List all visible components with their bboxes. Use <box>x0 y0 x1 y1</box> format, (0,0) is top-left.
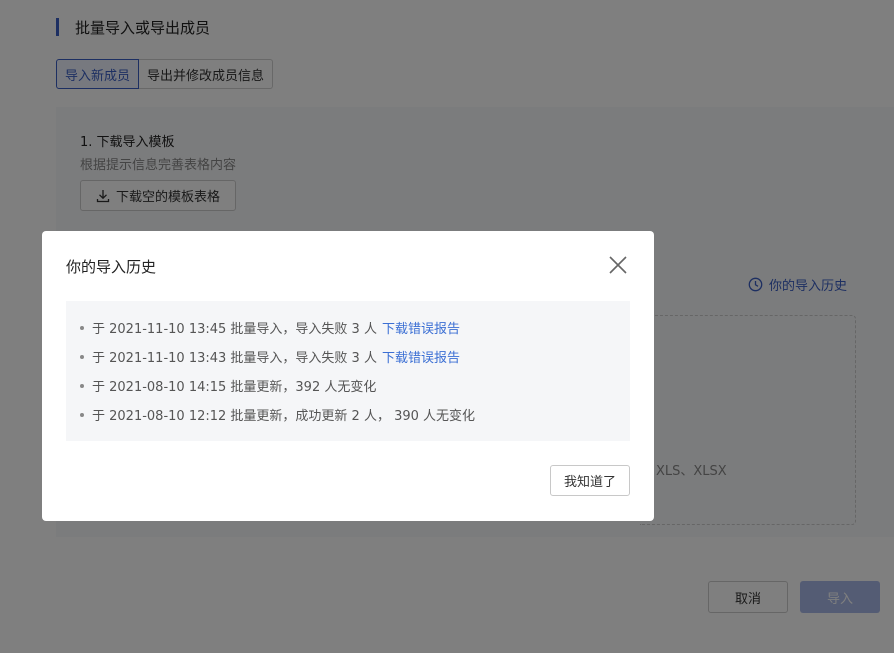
history-item-text: 于 2021-11-10 13:43 批量导入，导入失败 3 人 <box>92 351 377 366</box>
history-item-text: 于 2021-11-10 13:45 批量导入，导入失败 3 人 <box>92 322 377 337</box>
history-item-text: 于 2021-08-10 14:15 批量更新，392 人无变化 <box>92 380 377 395</box>
history-list: 于 2021-11-10 13:45 批量导入，导入失败 3 人 下载错误报告 … <box>66 301 630 441</box>
download-error-report-link[interactable]: 下载错误报告 <box>382 347 460 366</box>
import-history-modal: 你的导入历史 于 2021-11-10 13:45 批量导入，导入失败 3 人 … <box>42 231 654 521</box>
bullet-dot <box>80 412 84 417</box>
history-item: 于 2021-08-10 14:15 批量更新，392 人无变化 <box>80 371 616 400</box>
modal-title: 你的导入历史 <box>66 258 157 276</box>
history-item: 于 2021-08-10 12:12 批量更新，成功更新 2 人， 390 人无… <box>80 400 616 429</box>
history-item-text: 于 2021-08-10 12:12 批量更新，成功更新 2 人， 390 人无… <box>92 409 476 424</box>
close-icon[interactable] <box>608 255 628 275</box>
download-error-report-link[interactable]: 下载错误报告 <box>382 318 460 337</box>
history-item: 于 2021-11-10 13:45 批量导入，导入失败 3 人 下载错误报告 <box>80 313 616 342</box>
bullet-dot <box>80 383 84 388</box>
history-item: 于 2021-11-10 13:43 批量导入，导入失败 3 人 下载错误报告 <box>80 342 616 371</box>
bullet-dot <box>80 325 84 330</box>
bullet-dot <box>80 354 84 359</box>
got-it-button[interactable]: 我知道了 <box>550 465 630 496</box>
